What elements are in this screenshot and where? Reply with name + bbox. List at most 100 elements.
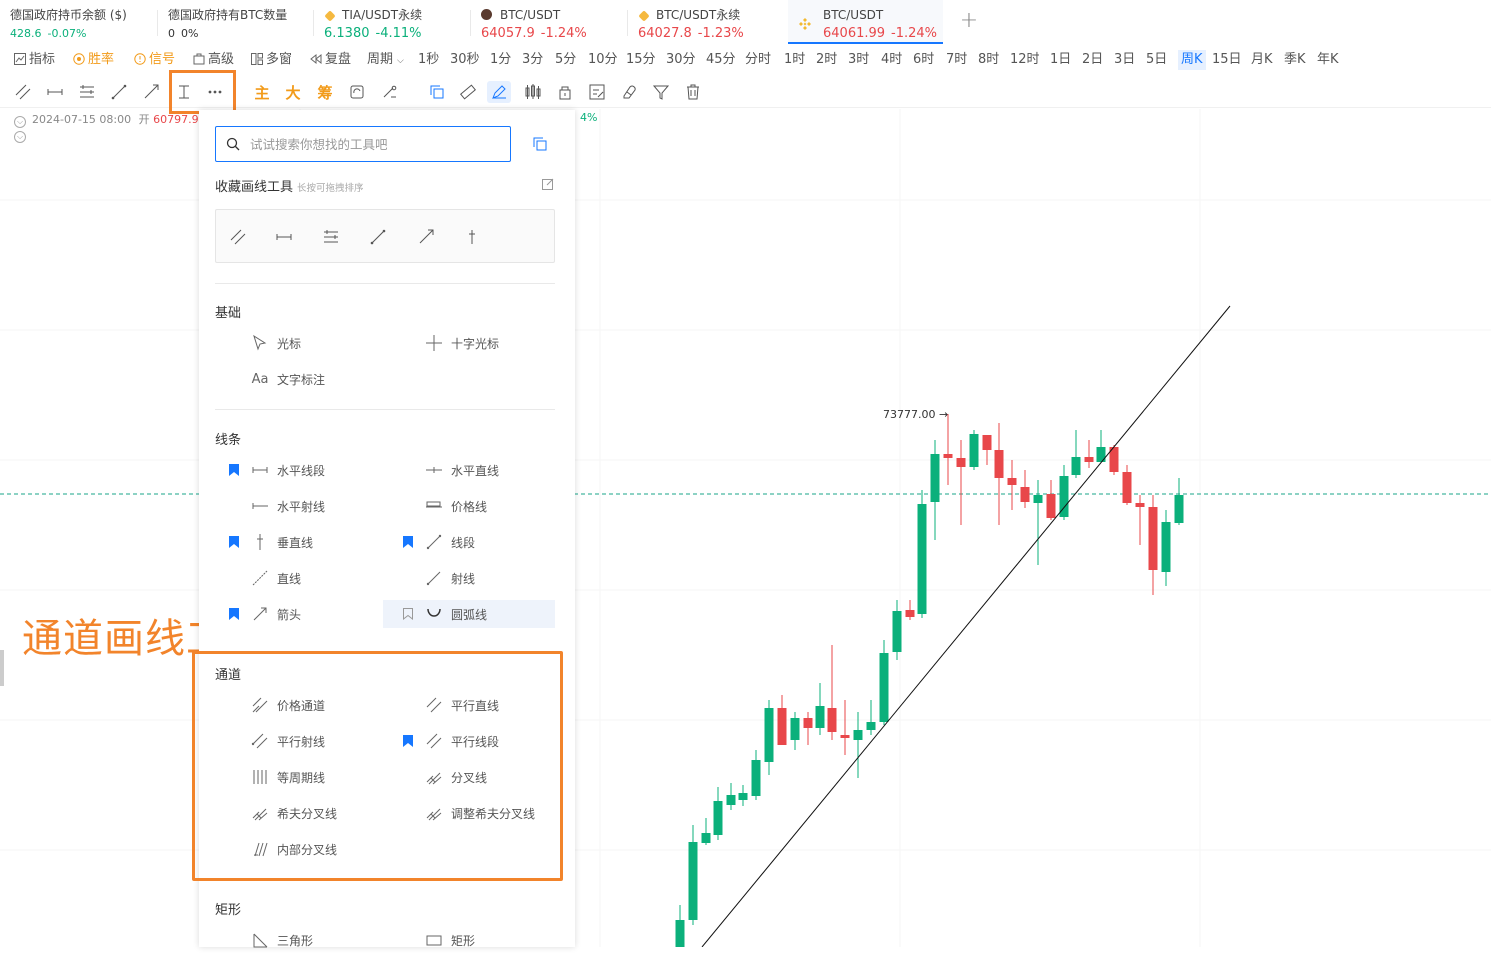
eraser-tool[interactable] xyxy=(617,81,641,103)
bookmark-slot[interactable] xyxy=(229,499,241,513)
tool-rectangle[interactable]: 矩形 xyxy=(383,926,555,954)
bookmark-slot[interactable] xyxy=(403,571,415,585)
period-24[interactable]: 月K xyxy=(1251,50,1273,70)
tab-germany-balance[interactable]: 德国政府持币余额 ($) 428.6 -0.07% xyxy=(10,0,160,44)
ruler-tool[interactable] xyxy=(456,81,480,103)
edit-tool[interactable] xyxy=(585,81,609,103)
tool-horizontal-line[interactable]: 水平直线 xyxy=(383,456,555,484)
search-input[interactable] xyxy=(248,133,498,155)
winrate-button[interactable]: 胜率 xyxy=(73,50,114,70)
tool-text[interactable]: Aa 文字标注 xyxy=(209,365,381,393)
magnet-tool[interactable] xyxy=(378,81,402,103)
period-5[interactable]: 10分 xyxy=(588,50,618,70)
collapse-icon[interactable]: ⌵ xyxy=(14,131,26,143)
period-4[interactable]: 5分 xyxy=(555,50,576,70)
bookmark-icon[interactable] xyxy=(229,463,241,477)
tool-horizontal-ray[interactable]: 水平射线 xyxy=(209,492,381,520)
horizontal-lines-icon[interactable] xyxy=(320,226,342,248)
replay-button[interactable]: 复盘 xyxy=(310,50,351,70)
bookmark-icon[interactable] xyxy=(403,535,415,549)
period-2[interactable]: 1分 xyxy=(490,50,511,70)
period-7[interactable]: 30分 xyxy=(666,50,696,70)
period-6[interactable]: 15分 xyxy=(626,50,656,70)
period-18[interactable]: 1日 xyxy=(1050,50,1071,70)
period-21[interactable]: 5日 xyxy=(1146,50,1167,70)
tool-horizontal-segment[interactable]: 水平线段 xyxy=(209,456,381,484)
bookmark-slot[interactable] xyxy=(403,463,415,477)
tool-vertical-line[interactable]: 垂直线 xyxy=(209,528,381,556)
period-dropdown[interactable]: 周期 ⌵ xyxy=(367,50,404,70)
period-20[interactable]: 3日 xyxy=(1114,50,1135,70)
bookmark-slot[interactable] xyxy=(229,933,241,947)
tool-cursor[interactable]: 光标 xyxy=(209,329,381,357)
period-12[interactable]: 3时 xyxy=(848,50,869,70)
tab-tia-usdt-perp[interactable]: TIA/USDT永续 6.1380 -4.11% xyxy=(324,0,470,44)
drawing-pen-tool[interactable] xyxy=(487,81,511,103)
period-23[interactable]: 15日 xyxy=(1212,50,1242,70)
filter-tool[interactable] xyxy=(649,81,673,103)
delete-tool[interactable] xyxy=(681,81,705,103)
left-edge-handle[interactable] xyxy=(0,650,4,686)
tab-btc-usdt-active[interactable]: BTC/USDT 64061.99 -1.24% xyxy=(788,0,943,44)
period-14[interactable]: 6时 xyxy=(913,50,934,70)
big-order-button[interactable]: 大 xyxy=(281,81,305,103)
period-8[interactable]: 45分 xyxy=(706,50,736,70)
period-13[interactable]: 4时 xyxy=(881,50,902,70)
edit-icon[interactable] xyxy=(542,178,554,190)
candle-type-tool[interactable] xyxy=(521,81,545,103)
period-0[interactable]: 1秒 xyxy=(418,50,439,70)
tool-crosshair[interactable]: 十字光标 xyxy=(383,329,555,357)
indicator-button[interactable]: 指标 xyxy=(14,50,55,70)
period-9[interactable]: 分时 xyxy=(745,50,771,70)
parallel-line-icon[interactable] xyxy=(227,226,249,248)
undo-redo-tool[interactable] xyxy=(345,81,369,103)
period-15[interactable]: 7时 xyxy=(946,50,967,70)
collapse-icon[interactable]: ⌵ xyxy=(14,116,26,128)
chip-button[interactable]: 筹 xyxy=(313,81,337,103)
period-16[interactable]: 8时 xyxy=(978,50,999,70)
copy-icon[interactable] xyxy=(530,134,550,154)
vertical-line-icon[interactable] xyxy=(461,226,483,248)
ray-tool[interactable] xyxy=(139,81,163,103)
segment-icon[interactable] xyxy=(367,226,389,248)
period-11[interactable]: 2时 xyxy=(816,50,837,70)
horizontal-segment-tool[interactable] xyxy=(43,81,67,103)
bookmark-slot[interactable] xyxy=(229,336,241,350)
add-tab-button[interactable]: + xyxy=(958,10,980,32)
bookmark-outline-icon[interactable] xyxy=(403,607,415,621)
parallel-line-tool[interactable] xyxy=(11,81,35,103)
advanced-button[interactable]: 高级 xyxy=(193,50,234,70)
multi-window-button[interactable]: 多窗 xyxy=(251,50,292,70)
tool-ray[interactable]: 射线 xyxy=(383,564,555,592)
period-10[interactable]: 1时 xyxy=(784,50,805,70)
horizontal-segment-icon[interactable] xyxy=(273,226,295,248)
bookmark-slot[interactable] xyxy=(403,933,415,947)
period-1[interactable]: 30秒 xyxy=(450,50,480,70)
tool-price-line[interactable]: 价格线 xyxy=(383,492,555,520)
segment-tool[interactable] xyxy=(107,81,131,103)
period-17[interactable]: 12时 xyxy=(1010,50,1040,70)
tab-btc-usdt-1[interactable]: BTC/USDT 64057.9 -1.24% xyxy=(481,0,627,44)
tool-line[interactable]: 直线 xyxy=(209,564,381,592)
signal-button[interactable]: 信号 xyxy=(134,50,175,70)
period-25[interactable]: 季K xyxy=(1284,50,1306,70)
bookmark-slot[interactable] xyxy=(403,499,415,513)
bookmark-slot[interactable] xyxy=(229,571,241,585)
lock-tool[interactable] xyxy=(553,81,577,103)
period-26[interactable]: 年K xyxy=(1317,50,1339,70)
tool-triangle[interactable]: 三角形 xyxy=(209,926,381,954)
horizontal-lines-tool[interactable] xyxy=(75,81,99,103)
bookmark-icon[interactable] xyxy=(229,607,241,621)
tab-btc-usdt-perp[interactable]: BTC/USDT永续 64027.8 -1.23% xyxy=(638,0,784,44)
bookmark-icon[interactable] xyxy=(229,535,241,549)
period-3[interactable]: 3分 xyxy=(522,50,543,70)
period-22[interactable]: 周K xyxy=(1178,50,1206,70)
tool-segment[interactable]: 线段 xyxy=(383,528,555,556)
tool-arc[interactable]: 圆弧线 xyxy=(383,600,555,628)
tab-germany-btc[interactable]: 德国政府持有BTC数量 0 0% xyxy=(168,0,313,44)
copy-tool[interactable] xyxy=(425,81,449,103)
tool-arrow[interactable]: 箭头 xyxy=(209,600,381,628)
period-19[interactable]: 2日 xyxy=(1082,50,1103,70)
main-chart-button[interactable]: 主 xyxy=(250,81,274,103)
bookmark-slot[interactable] xyxy=(403,336,415,350)
